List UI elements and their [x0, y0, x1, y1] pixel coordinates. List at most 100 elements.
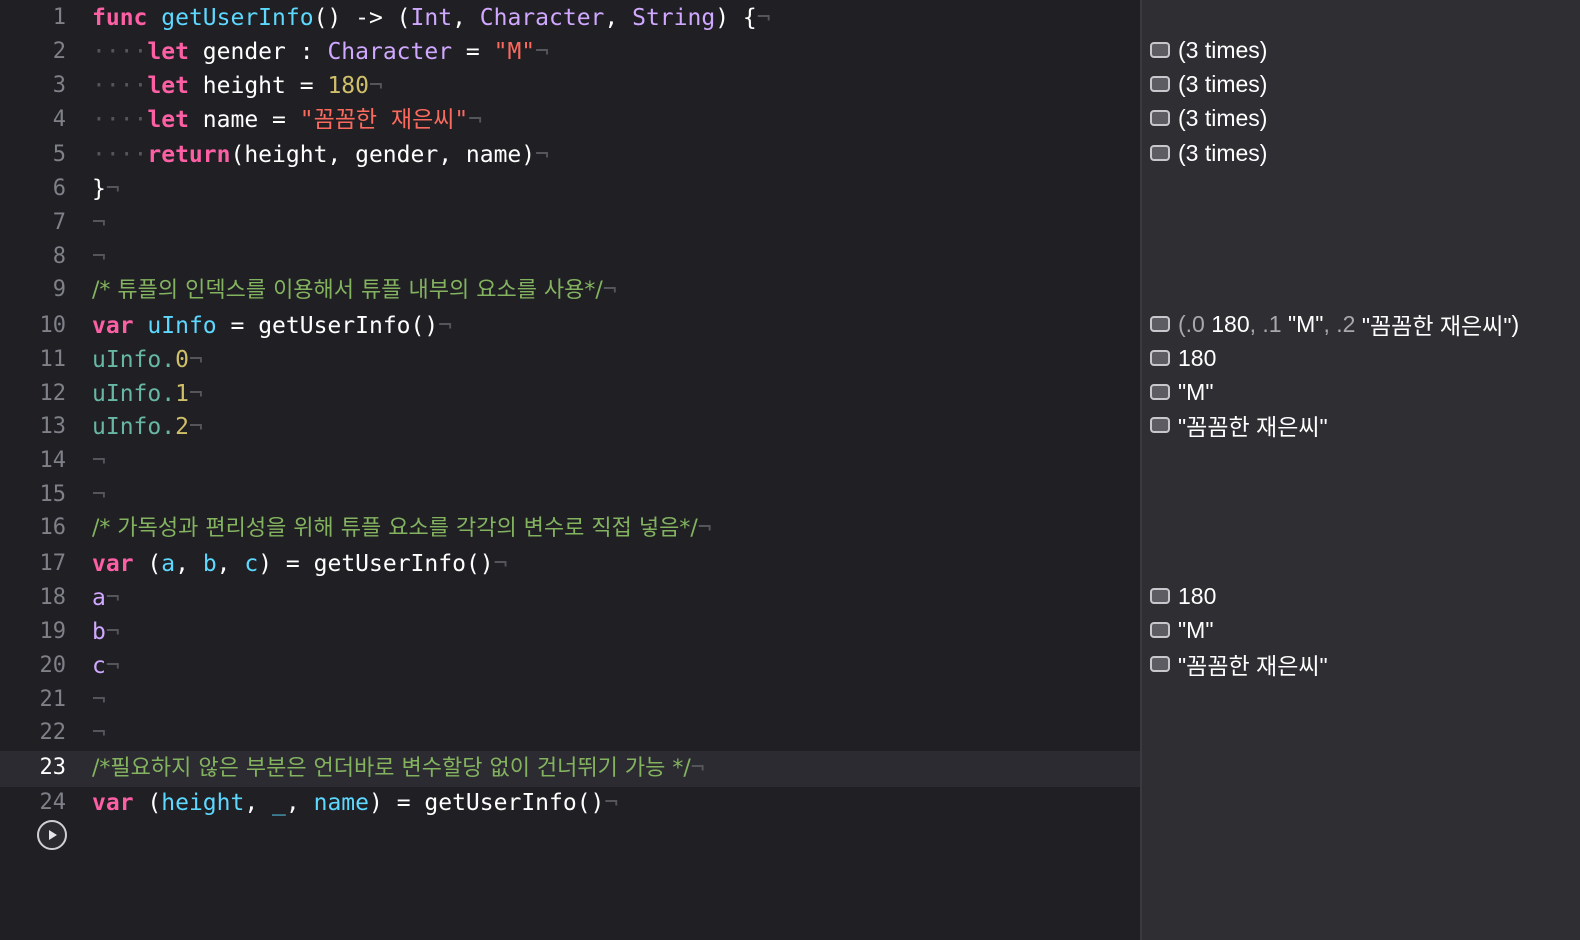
code-text: func getUserInfo() -> (Int, Character, S…	[92, 1, 771, 35]
pilcrow: ¬	[535, 142, 549, 168]
result-row[interactable]: "꼼꼼한 재은씨"	[1150, 408, 1328, 442]
result-key: (.0	[1178, 310, 1212, 337]
code-line[interactable]: 2 ····let gender : Character = "M"¬	[0, 35, 1140, 69]
quick-look-icon[interactable]	[1150, 316, 1170, 332]
type-name: Character	[327, 39, 453, 65]
result-row[interactable]: "꼼꼼한 재은씨"	[1150, 647, 1328, 681]
identifier: name	[202, 107, 259, 133]
code-line[interactable]: 19 b¬	[0, 615, 1140, 649]
comment: /* 가독성과 편리성을 위해 튜플 요소를 각각의 변수로 직접 넣음*/	[92, 516, 698, 541]
line-number: 14	[39, 448, 67, 473]
line-number: 17	[39, 551, 67, 576]
code-line[interactable]: 4 ····let name = "꼼꼼한 재은씨"¬	[0, 103, 1140, 137]
code-line[interactable]: 15 ¬	[0, 478, 1140, 512]
punct: ,	[244, 790, 273, 816]
code-line[interactable]: 6 }¬	[0, 172, 1140, 206]
code-text: uInfo.2¬	[92, 410, 203, 444]
code-text: ····let gender : Character = "M"¬	[92, 35, 549, 69]
quick-look-icon[interactable]	[1150, 656, 1170, 672]
line-number: 18	[39, 585, 67, 610]
comment: /* 튜플의 인덱스를 이용해서 튜플 내부의 요소를 사용*/	[92, 278, 603, 303]
line-number: 23	[39, 755, 67, 780]
result-row[interactable]: "M"	[1150, 613, 1214, 647]
code-line[interactable]: 5 ····return(height, gender, name)¬	[0, 138, 1140, 172]
punct: =	[452, 39, 494, 65]
result-key: )	[1511, 310, 1520, 337]
identifier: uInfo.	[92, 381, 176, 407]
keyword: let	[147, 39, 189, 65]
result-row[interactable]: (3 times)	[1150, 67, 1267, 101]
identifier: uInfo.	[92, 414, 176, 440]
pilcrow: ¬	[105, 619, 120, 645]
quick-look-icon[interactable]	[1150, 76, 1170, 92]
result-key: , .1	[1249, 310, 1288, 337]
number-literal: 180	[327, 73, 369, 99]
result-row[interactable]: (3 times)	[1150, 33, 1267, 67]
code-line[interactable]: 21 ¬	[0, 683, 1140, 717]
result-row[interactable]: 180	[1150, 341, 1216, 375]
line-number: 7	[52, 210, 66, 235]
result-row[interactable]: 180	[1150, 579, 1216, 613]
pilcrow: ¬	[493, 551, 508, 577]
result-row[interactable]: (.0 180, .1 "M", .2 "꼼꼼한 재은씨")	[1150, 307, 1519, 341]
punct: (	[133, 551, 162, 577]
keyword: var	[92, 551, 134, 577]
quick-look-icon[interactable]	[1150, 622, 1170, 638]
code-text: }¬	[92, 172, 120, 206]
quick-look-icon[interactable]	[1150, 42, 1170, 58]
indent-dots: ····	[92, 73, 148, 99]
quick-look-icon[interactable]	[1150, 110, 1170, 126]
identifier: (height, gender, name)	[230, 142, 536, 168]
run-button[interactable]	[37, 820, 67, 850]
code-line[interactable]: 3 ····let height = 180¬	[0, 69, 1140, 103]
expression: ) = getUserInfo()	[369, 790, 605, 816]
code-line-active[interactable]: 23 /*필요하지 않은 부분은 언더바로 변수할당 없이 건너뛰기 가능 */…	[0, 751, 1140, 787]
code-line[interactable]: 22 ¬	[0, 716, 1140, 750]
line-number: 10	[39, 313, 67, 338]
code-text: ¬	[92, 240, 106, 274]
code-line[interactable]: 18 a¬	[0, 581, 1140, 615]
code-line[interactable]: 1 func getUserInfo() -> (Int, Character,…	[0, 1, 1140, 35]
pilcrow: ¬	[604, 790, 619, 816]
quick-look-icon[interactable]	[1150, 145, 1170, 161]
code-line[interactable]: 20 c¬	[0, 649, 1140, 683]
code-line[interactable]: 24 var (height, _, name) = getUserInfo()…	[0, 786, 1140, 820]
code-text: ····let name = "꼼꼼한 재은씨"¬	[92, 103, 482, 137]
pilcrow: ¬	[468, 107, 483, 133]
code-line[interactable]: 7 ¬	[0, 206, 1140, 240]
code-editor[interactable]: 1 func getUserInfo() -> (Int, Character,…	[0, 0, 1140, 940]
line-number: 1	[52, 5, 66, 30]
code-line[interactable]: 10 var uInfo = getUserInfo()¬	[0, 309, 1140, 343]
line-number: 3	[52, 73, 66, 98]
code-line[interactable]: 16 /* 가독성과 편리성을 위해 튜플 요소를 각각의 변수로 직접 넣음*…	[0, 511, 1140, 545]
line-number: 20	[39, 653, 67, 678]
result-value: 180	[1178, 344, 1217, 371]
code-line[interactable]: 13 uInfo.2¬	[0, 410, 1140, 444]
pilcrow: ¬	[188, 347, 203, 373]
result-row[interactable]: (3 times)	[1150, 136, 1267, 170]
code-text: var uInfo = getUserInfo()¬	[92, 309, 452, 343]
code-line[interactable]: 14 ¬	[0, 444, 1140, 478]
code-line[interactable]: 9 /* 튜플의 인덱스를 이용해서 튜플 내부의 요소를 사용*/¬	[0, 273, 1140, 307]
code-text: /* 튜플의 인덱스를 이용해서 튜플 내부의 요소를 사용*/¬	[92, 273, 617, 308]
quick-look-icon[interactable]	[1150, 350, 1170, 366]
result-value: 180	[1178, 582, 1217, 609]
result-row[interactable]: "M"	[1150, 375, 1214, 409]
result-value: "꼼꼼한 재은씨"	[1178, 653, 1328, 679]
quick-look-icon[interactable]	[1150, 417, 1170, 433]
code-line[interactable]: 12 uInfo.1¬	[0, 377, 1140, 411]
line-number: 21	[39, 687, 67, 712]
punct: ,	[216, 551, 245, 577]
line-number: 4	[52, 107, 66, 132]
code-text: var (height, _, name) = getUserInfo()¬	[92, 786, 618, 820]
code-line[interactable]: 11 uInfo.0¬	[0, 343, 1140, 377]
line-number: 13	[39, 414, 67, 439]
result-row[interactable]: (3 times)	[1150, 101, 1267, 135]
quick-look-icon[interactable]	[1150, 384, 1170, 400]
punct: ,	[452, 5, 480, 31]
code-line[interactable]: 8 ¬	[0, 240, 1140, 274]
code-line[interactable]: 17 var (a, b, c) = getUserInfo()¬	[0, 547, 1140, 581]
line-number: 8	[52, 244, 66, 269]
quick-look-icon[interactable]	[1150, 588, 1170, 604]
pilcrow: ¬	[188, 381, 203, 407]
